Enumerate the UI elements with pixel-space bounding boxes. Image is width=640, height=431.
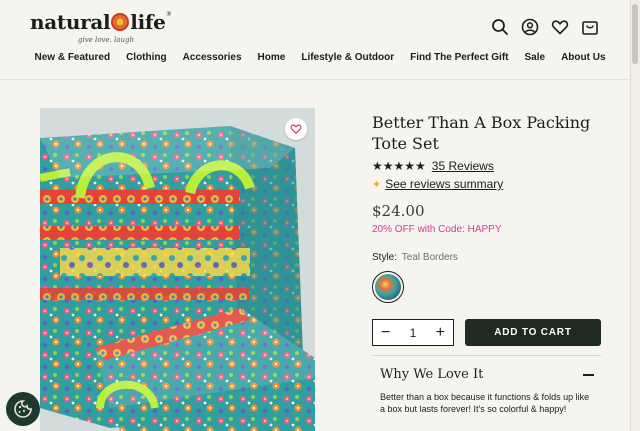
wishlist-heart-icon[interactable] <box>550 17 570 37</box>
cookie-settings-button[interactable] <box>6 392 40 426</box>
nav-item-perfect-gift[interactable]: Find The Perfect Gift <box>410 52 508 63</box>
swatch-image <box>375 274 401 300</box>
main-nav: New & Featured Clothing Accessories Home… <box>0 52 640 63</box>
promo-text: 20% OFF with Code: HAPPY <box>372 224 502 235</box>
nav-item-clothing[interactable]: Clothing <box>126 52 167 63</box>
nav-item-accessories[interactable]: Accessories <box>183 52 242 63</box>
rating-row: ★★★★★ 35 Reviews <box>372 159 602 173</box>
nav-item-new-featured[interactable]: New & Featured <box>34 52 110 63</box>
nav-item-lifestyle-outdoor[interactable]: Lifestyle & Outdoor <box>301 52 394 63</box>
style-row: Style: Teal Borders <box>372 252 602 263</box>
nav-item-home[interactable]: Home <box>258 52 286 63</box>
product-price: $24.00 <box>372 202 425 220</box>
reviews-link[interactable]: 35 Reviews <box>432 159 494 173</box>
accordion-body: Better than a box because it functions &… <box>380 392 590 414</box>
style-value: Teal Borders <box>401 252 458 263</box>
collapse-minus-icon[interactable] <box>583 373 594 376</box>
add-to-wishlist-button[interactable] <box>285 118 307 140</box>
style-label: Style: <box>372 252 398 263</box>
site-header: natural life ® give love. laugh New & Fe… <box>0 0 640 80</box>
accordion-title: Why We Love It <box>380 367 484 382</box>
page-scrollbar[interactable] <box>630 0 640 431</box>
product-image[interactable] <box>40 108 315 431</box>
quantity-decrease-button[interactable]: − <box>381 324 390 341</box>
account-icon[interactable] <box>520 17 540 37</box>
brand-tagline: give love. laugh <box>78 36 134 44</box>
star-rating-icon: ★★★★★ <box>372 159 426 173</box>
header-actions <box>490 17 600 37</box>
brand-name-left: natural <box>30 10 111 34</box>
search-icon[interactable] <box>490 17 510 37</box>
add-to-cart-button[interactable]: ADD TO CART <box>465 319 601 346</box>
quantity-stepper: − 1 + <box>372 319 454 346</box>
sparkle-icon: ✦ <box>372 178 382 191</box>
buy-row: − 1 + ADD TO CART <box>372 319 602 346</box>
quantity-value[interactable]: 1 <box>410 326 417 340</box>
nav-item-about-us[interactable]: About Us <box>561 52 605 63</box>
scrollbar-thumb[interactable] <box>632 4 638 64</box>
cookie-icon <box>14 400 32 418</box>
quantity-increase-button[interactable]: + <box>436 324 445 341</box>
brand-name-right: life <box>130 10 166 34</box>
style-swatch-teal-borders[interactable] <box>372 271 404 303</box>
cart-icon[interactable] <box>580 17 600 37</box>
accordion-why-we-love-it[interactable]: Why We Love It <box>372 356 602 382</box>
trademark-mark: ® <box>166 12 172 18</box>
product-title: Better Than A Box Packing Tote Set <box>372 113 591 153</box>
reviews-summary-row: ✦ See reviews summary <box>372 177 602 191</box>
product-info: Better Than A Box Packing Tote Set ★★★★★… <box>372 112 602 415</box>
reviews-summary-link[interactable]: See reviews summary <box>385 177 503 191</box>
nav-item-sale[interactable]: Sale <box>524 52 545 63</box>
logo-flower-icon <box>111 13 130 31</box>
brand-logo[interactable]: natural life ® give love. laugh <box>30 10 172 44</box>
heart-icon <box>290 124 302 134</box>
